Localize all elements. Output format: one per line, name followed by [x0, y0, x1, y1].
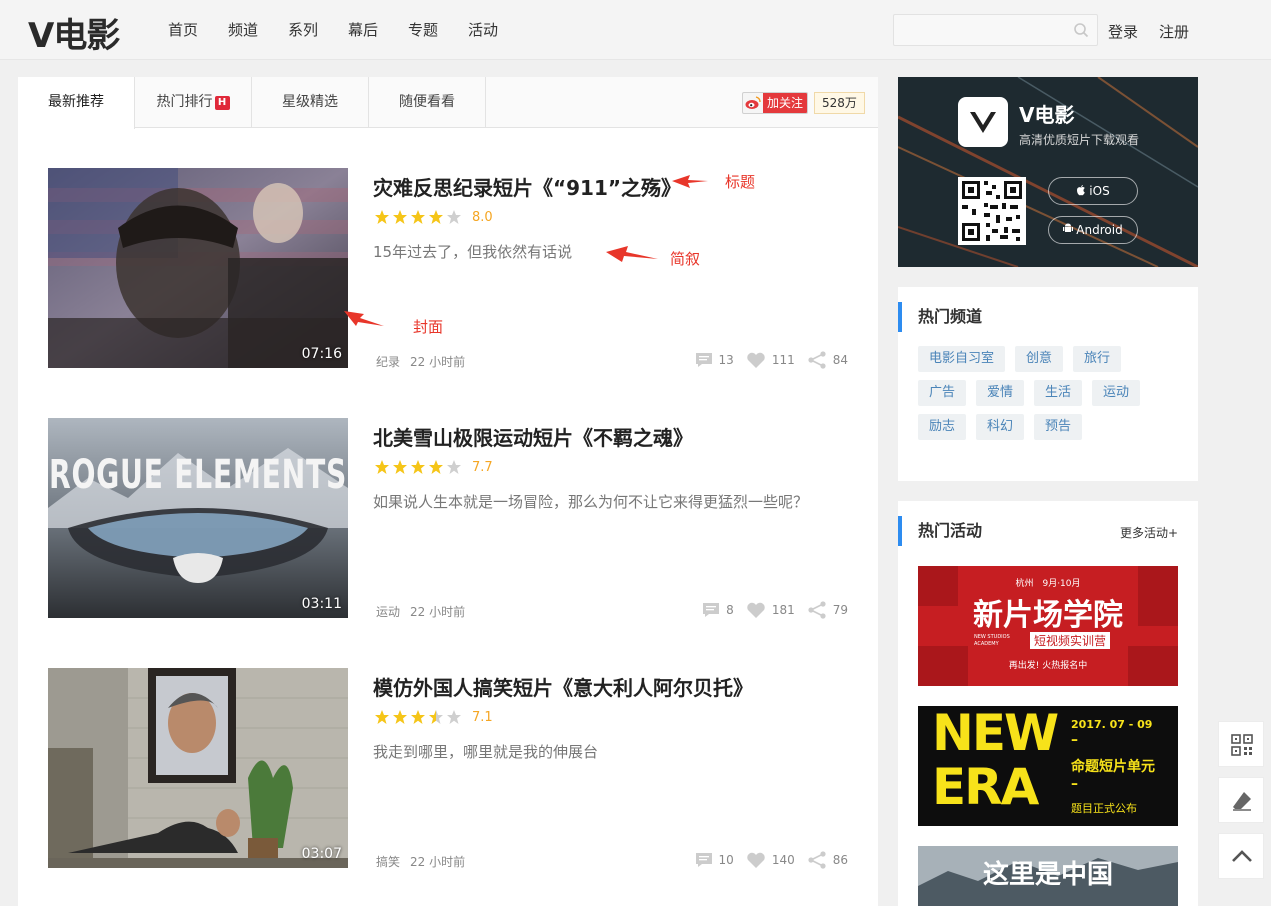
- activity-banner-academy[interactable]: 杭州 9月·10月 新片场学院 NEW STUDIOS ACADEMY 短视频实…: [918, 566, 1178, 686]
- channel-tag[interactable]: 爱情: [976, 380, 1025, 406]
- activity-banner-new-era[interactable]: NEW ERA 2017. 07 - 09 – 命题短片单元 – 题目正式公布: [918, 706, 1178, 826]
- app-name: V电影: [1019, 103, 1075, 127]
- annotation-title-label: 标题: [725, 173, 756, 191]
- android-download-button[interactable]: Android: [1048, 216, 1138, 244]
- academy-footnote: 再出发! 火热报名中: [1008, 661, 1088, 671]
- eraser-icon: [1233, 792, 1251, 811]
- arrow-cover: [344, 311, 384, 326]
- hot-activities-panel: 热门活动 更多活动+ 杭州 9月·10月 新片场学院 NEW STUDIOS A…: [898, 501, 1198, 906]
- channel-tag[interactable]: 励志: [918, 414, 967, 440]
- ios-download-button[interactable]: iOS: [1048, 177, 1138, 205]
- back-to-top-button[interactable]: [1218, 833, 1264, 879]
- app-tagline: 高清优质短片下载观看: [1019, 133, 1140, 147]
- channel-tag-list: 电影自习室 创意 旅行 广告 爱情 生活 运动 励志 科幻 预告: [918, 346, 1188, 448]
- academy-subtitle-en: NEW STUDIOS ACADEMY: [974, 634, 1010, 647]
- channel-tag[interactable]: 科幻: [976, 414, 1025, 440]
- arrow-desc: [606, 246, 658, 262]
- app-download-card: V电影 高清优质短片下载观看 iOS Android: [898, 77, 1198, 267]
- feedback-tool-button[interactable]: [1218, 777, 1264, 823]
- arrow-title: [672, 175, 708, 188]
- annotation-desc-label: 简叙: [670, 250, 701, 268]
- activity-banner-china[interactable]: 这里是中国: [918, 846, 1178, 906]
- channel-tag[interactable]: 运动: [1092, 380, 1141, 406]
- annotation-arrows: [344, 175, 708, 326]
- hot-channels-title: 热门频道: [898, 302, 982, 332]
- android-icon: [1063, 223, 1074, 232]
- china-headline: 这里是中国: [982, 860, 1113, 890]
- academy-dates: 杭州 9月·10月: [1015, 579, 1081, 589]
- new-era-word-2: ERA: [932, 758, 1039, 816]
- hot-channels-panel: 热门频道 电影自习室 创意 旅行 广告 爱情 生活 运动 励志 科幻 预告: [898, 287, 1198, 481]
- academy-headline: 新片场学院: [973, 598, 1123, 633]
- qr-code: [958, 177, 1026, 245]
- app-logo-icon: [958, 97, 1008, 147]
- new-era-line2: 题目正式公布: [1071, 802, 1137, 815]
- android-label: Android: [1076, 223, 1123, 237]
- new-era-dash-2: –: [1071, 776, 1078, 792]
- hot-activities-title: 热门活动: [898, 516, 982, 546]
- channel-tag[interactable]: 广告: [918, 380, 967, 406]
- new-era-word-1: NEW: [932, 706, 1059, 762]
- ios-label: iOS: [1089, 184, 1110, 198]
- new-era-line1: 命题短片单元: [1071, 759, 1155, 775]
- channel-tag[interactable]: 旅行: [1073, 346, 1122, 372]
- chevron-up-icon: [1232, 850, 1252, 862]
- channel-tag[interactable]: 生活: [1034, 380, 1083, 406]
- apple-icon: [1077, 185, 1086, 196]
- annotation-cover-label: 封面: [413, 318, 444, 336]
- new-era-date: 2017. 07 - 09: [1071, 718, 1153, 731]
- channel-tag[interactable]: 预告: [1034, 414, 1083, 440]
- channel-tag[interactable]: 创意: [1015, 346, 1064, 372]
- qr-code-tool-button[interactable]: [1218, 721, 1264, 767]
- channel-tag[interactable]: 电影自习室: [918, 346, 1006, 372]
- qr-code-icon: [1231, 734, 1253, 756]
- academy-subtitle: 短视频实训营: [1030, 632, 1111, 649]
- more-activities-link[interactable]: 更多活动+: [1120, 524, 1178, 541]
- new-era-dash: –: [1071, 732, 1078, 748]
